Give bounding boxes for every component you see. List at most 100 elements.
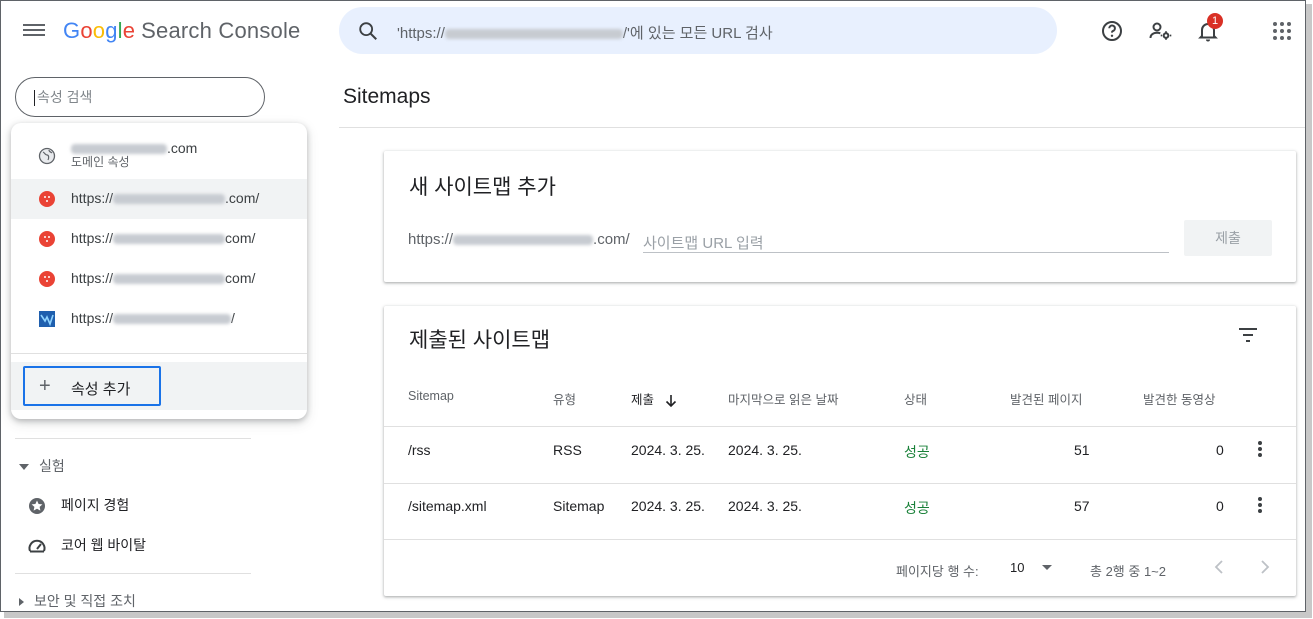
globe-icon: [38, 147, 56, 165]
menu-icon[interactable]: [23, 21, 45, 41]
logo-letter: g: [105, 18, 118, 43]
cell-sitemap: /rss: [408, 442, 431, 458]
column-header-pages[interactable]: 발견된 페이지: [1010, 389, 1082, 408]
rows-per-page-select[interactable]: 10: [1010, 560, 1058, 575]
sitemap-url-input[interactable]: 사이트맵 URL 입력: [643, 227, 1169, 253]
add-property-button[interactable]: + 속성 추가: [23, 366, 161, 406]
arrow-down-icon: [665, 394, 676, 407]
logo-letter: e: [122, 18, 136, 43]
column-header-submitted[interactable]: 제출: [631, 389, 678, 408]
app-window: Google Search Console 'https:// /'에 있는 모든 …: [0, 0, 1306, 612]
title-divider: [339, 127, 1305, 128]
dropdown-divider: [11, 353, 307, 354]
redacted-domain: [444, 29, 623, 40]
property-item-url-2[interactable]: https:// com/: [11, 219, 307, 259]
row-divider: [384, 483, 1296, 484]
sidebar-item-label: 페이지 경험: [61, 497, 130, 513]
property-item-domain[interactable]: .com 도메인 속성: [11, 133, 307, 183]
redacted-domain: [453, 235, 594, 246]
rows-per-page-label: 페이지당 행 수:: [896, 564, 979, 579]
chevron-right-icon[interactable]: [1254, 556, 1274, 578]
cell-last-read: 2024. 3. 25.: [728, 442, 802, 458]
column-header-status[interactable]: 상태: [904, 389, 927, 408]
search-icon: [359, 22, 377, 40]
url-inspection-search[interactable]: 'https:// /'에 있는 모든 URL 검사: [339, 7, 1057, 54]
property-dropdown: .com 도메인 속성 https://.com/ https://com/ h…: [11, 123, 307, 419]
page-title: Sitemaps: [343, 85, 431, 108]
red-favicon-icon: [39, 231, 55, 247]
cell-type: RSS: [553, 442, 582, 458]
label-suffix: com/: [225, 270, 256, 286]
speedometer-icon: [28, 540, 46, 553]
sidebar-item-core-web-vitals[interactable]: 코어 웹 바이탈: [27, 535, 146, 556]
page-experience-icon: [29, 498, 45, 515]
label-prefix: https://: [71, 190, 114, 206]
card-title: 제출된 사이트맵: [409, 329, 551, 352]
redacted-domain: [113, 274, 226, 285]
property-item-url-4[interactable]: https:// /: [11, 299, 307, 339]
sidebar-section-security[interactable]: 보안 및 직접 조치: [19, 591, 136, 611]
card-title: 새 사이트맵 추가: [409, 176, 556, 199]
rows-per-page-value: 10: [1010, 560, 1025, 575]
sidebar-divider: [15, 438, 251, 439]
app-logo[interactable]: Google Search Console: [63, 18, 301, 44]
chevron-right-icon: [19, 598, 24, 607]
redacted-domain: [113, 314, 232, 325]
property-label: https:// com/: [71, 270, 255, 286]
chevron-down-icon: [19, 464, 29, 471]
notification-badge: 1: [1207, 13, 1223, 29]
column-header-sitemap[interactable]: Sitemap: [408, 389, 454, 403]
cell-pages: 51: [1074, 442, 1090, 458]
logo-letter: o: [92, 18, 106, 43]
submit-button[interactable]: 제출: [1184, 220, 1272, 256]
sitemap-url-prefix: https:// .com/: [408, 231, 630, 248]
sidebar-item-page-experience[interactable]: 페이지 경험: [27, 495, 129, 516]
cell-last-read: 2024. 3. 25.: [728, 498, 802, 514]
property-search-placeholder: 속성 검색: [37, 89, 93, 105]
row-divider: [384, 426, 1296, 427]
logo-letter: G: [63, 18, 81, 43]
search-suffix: /'에 있는 모든 URL 검사: [622, 25, 773, 42]
sidebar-section-experiment[interactable]: 실험: [19, 456, 65, 476]
label-suffix: .com: [167, 140, 198, 156]
column-label: 제출: [631, 393, 655, 407]
manage-users-icon[interactable]: [1148, 19, 1172, 43]
red-favicon-icon: [39, 271, 55, 287]
dropdown-arrow-icon: [1042, 565, 1052, 570]
label-suffix: /: [231, 310, 235, 326]
logo-letter: o: [80, 18, 93, 43]
chevron-left-icon[interactable]: [1210, 556, 1230, 578]
product-name: Search Console: [141, 18, 301, 43]
text-caret: [34, 90, 35, 107]
pagination-range: 총 2행 중 1~2: [1090, 564, 1166, 579]
row-divider: [384, 539, 1296, 540]
prefix-start: https://: [408, 231, 454, 248]
property-item-url-3[interactable]: https:// com/: [11, 259, 307, 299]
redacted-domain: [113, 234, 226, 245]
section-label: 보안 및 직접 조치: [34, 593, 136, 609]
redacted-domain: [113, 194, 226, 205]
top-bar: Google Search Console 'https:// /'에 있는 모든 …: [1, 1, 1305, 63]
prefix-end: .com/: [593, 231, 630, 248]
label-prefix: https://: [71, 230, 114, 246]
sidebar-item-label: 코어 웹 바이탈: [61, 537, 147, 553]
property-search-input[interactable]: 속성 검색: [15, 77, 265, 117]
column-header-videos[interactable]: 발견한 동영상: [1143, 389, 1215, 408]
label-prefix: https://: [71, 310, 114, 326]
more-vert-icon[interactable]: [1257, 496, 1263, 516]
property-label: https:// .com/: [71, 190, 259, 206]
property-label: https:// com/: [71, 230, 255, 246]
label-suffix: .com/: [225, 190, 260, 206]
property-type: 도메인 속성: [71, 155, 130, 169]
property-item-url-1[interactable]: https:// .com/: [11, 179, 307, 219]
filter-icon[interactable]: [1237, 326, 1259, 344]
help-icon[interactable]: [1100, 19, 1124, 43]
cell-pages: 57: [1074, 498, 1090, 514]
column-header-last-read[interactable]: 마지막으로 읽은 날짜: [728, 389, 838, 408]
more-vert-icon[interactable]: [1257, 440, 1263, 460]
search-placeholder: 'https:// /'에 있는 모든 URL 검사: [397, 22, 773, 43]
cell-videos: 0: [1216, 498, 1224, 514]
column-header-type[interactable]: 유형: [553, 389, 576, 408]
apps-grid-icon[interactable]: [1270, 19, 1294, 43]
cell-sitemap: /sitemap.xml: [408, 498, 487, 514]
